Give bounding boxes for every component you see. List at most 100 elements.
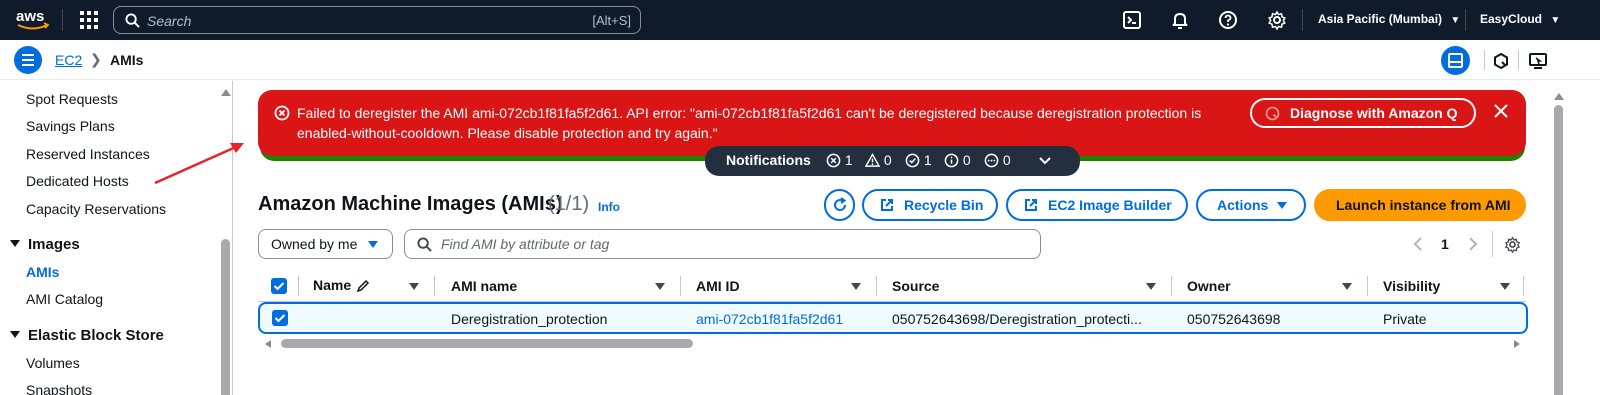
info-link[interactable]: Info bbox=[598, 200, 620, 214]
refresh-button[interactable] bbox=[824, 189, 855, 221]
column-header-name[interactable]: Name bbox=[313, 277, 351, 293]
caret-down-icon: ▼ bbox=[1450, 15, 1461, 26]
services-grid-icon[interactable] bbox=[80, 11, 98, 29]
caret-down-icon bbox=[10, 331, 20, 338]
owner-filter-value: Owned by me bbox=[271, 236, 358, 252]
owner-filter-select[interactable]: Owned by me bbox=[258, 229, 393, 259]
sort-caret-icon[interactable] bbox=[1342, 283, 1352, 290]
feedback-icon[interactable] bbox=[1528, 51, 1548, 71]
menu-button[interactable] bbox=[14, 46, 42, 74]
sidebar-item-reserved-instances[interactable]: Reserved Instances bbox=[26, 146, 150, 162]
amazon-q-icon[interactable] bbox=[1492, 52, 1510, 70]
chevron-right-icon[interactable] bbox=[1467, 236, 1479, 252]
table-row[interactable]: Deregistration_protection ami-072cb1f81f… bbox=[258, 302, 1528, 334]
region-label: Asia Pacific (Mumbai) bbox=[1318, 12, 1443, 26]
aws-logo[interactable]: aws bbox=[15, 7, 51, 33]
launch-label: Launch instance from AMI bbox=[1336, 197, 1511, 213]
in-progress-count: 0 bbox=[984, 152, 1011, 168]
sidebar-item-spot-requests[interactable]: Spot Requests bbox=[26, 91, 118, 107]
caret-down-icon: ▼ bbox=[1550, 15, 1561, 26]
search-placeholder: Search bbox=[147, 13, 192, 29]
sort-caret-icon[interactable] bbox=[851, 283, 861, 290]
panel-icon bbox=[1448, 53, 1463, 68]
find-ami-placeholder: Find AMI by attribute or tag bbox=[441, 236, 610, 252]
checkmark-icon bbox=[273, 282, 285, 291]
column-header-owner[interactable]: Owner bbox=[1187, 278, 1231, 294]
horizontal-scroll-thumb[interactable] bbox=[281, 339, 693, 348]
notifications-label: Notifications bbox=[726, 152, 811, 168]
launch-instance-button[interactable]: Launch instance from AMI bbox=[1314, 189, 1526, 221]
global-search-input[interactable]: Search [Alt+S] bbox=[113, 6, 641, 34]
page-number[interactable]: 1 bbox=[1441, 236, 1449, 252]
scroll-thumb[interactable] bbox=[221, 239, 230, 395]
close-icon[interactable] bbox=[1493, 103, 1509, 119]
breadcrumb-bar: EC2 ❯ AMIs bbox=[0, 40, 1600, 80]
main-scrollbar[interactable] bbox=[1552, 89, 1566, 395]
scroll-up-icon[interactable] bbox=[219, 85, 233, 99]
find-ami-input[interactable]: Find AMI by attribute or tag bbox=[404, 229, 1041, 259]
in-progress-count-value: 0 bbox=[1002, 152, 1011, 168]
cloudshell-icon[interactable] bbox=[1122, 10, 1142, 30]
external-link-icon bbox=[1025, 199, 1037, 211]
settings-gear-icon[interactable] bbox=[1504, 236, 1521, 253]
cell-source: 050752643698/Deregistration_protecti... bbox=[892, 311, 1142, 327]
column-divider bbox=[876, 276, 877, 296]
info-icon bbox=[944, 153, 959, 168]
sort-caret-icon[interactable] bbox=[655, 283, 665, 290]
cell-owner: 050752643698 bbox=[1187, 311, 1281, 327]
sort-caret-icon[interactable] bbox=[1500, 283, 1510, 290]
select-all-checkbox[interactable] bbox=[271, 278, 287, 294]
nav-divider bbox=[62, 9, 63, 31]
chevron-down-icon[interactable] bbox=[1038, 155, 1052, 167]
actions-button[interactable]: Actions bbox=[1196, 189, 1306, 221]
caret-down-icon bbox=[1277, 202, 1287, 209]
scroll-up-icon[interactable] bbox=[1552, 89, 1566, 103]
info-count-value: 0 bbox=[962, 152, 971, 168]
caret-down-icon bbox=[10, 240, 20, 247]
bell-icon[interactable] bbox=[1170, 10, 1190, 30]
scroll-left-icon[interactable] bbox=[263, 339, 273, 349]
column-header-ami-name[interactable]: AMI name bbox=[451, 278, 517, 294]
sidebar-section-ebs[interactable]: Elastic Block Store bbox=[10, 327, 164, 344]
scroll-thumb[interactable] bbox=[1554, 105, 1563, 395]
sort-caret-icon[interactable] bbox=[409, 283, 419, 290]
column-header-source[interactable]: Source bbox=[892, 278, 939, 294]
column-header-ami-id[interactable]: AMI ID bbox=[696, 278, 740, 294]
recycle-bin-button[interactable]: Recycle Bin bbox=[862, 189, 998, 221]
breadcrumb-current: AMIs bbox=[110, 52, 144, 68]
sidebar-item-volumes[interactable]: Volumes bbox=[26, 355, 80, 371]
notifications-bar[interactable]: Notifications 1 0 1 0 0 bbox=[705, 146, 1080, 176]
diagnose-with-amazon-q-button[interactable]: Diagnose with Amazon Q bbox=[1250, 98, 1476, 128]
sidebar-item-ami-catalog[interactable]: AMI Catalog bbox=[26, 291, 103, 307]
nav-divider bbox=[1302, 9, 1303, 31]
breadcrumb-ec2-link[interactable]: EC2 bbox=[55, 52, 82, 68]
sidebar-item-savings-plans[interactable]: Savings Plans bbox=[26, 118, 115, 134]
row-checkbox[interactable] bbox=[272, 310, 288, 326]
column-divider bbox=[434, 276, 435, 296]
sidebar-item-snapshots[interactable]: Snapshots bbox=[26, 382, 92, 395]
cell-visibility: Private bbox=[1383, 311, 1427, 327]
sidebar-section-images[interactable]: Images bbox=[10, 236, 80, 253]
nav-divider bbox=[1465, 9, 1466, 31]
ec2-image-builder-button[interactable]: EC2 Image Builder bbox=[1006, 189, 1188, 221]
sidebar-scrollbar[interactable] bbox=[219, 81, 233, 395]
image-builder-label: EC2 Image Builder bbox=[1048, 197, 1172, 213]
scroll-right-icon[interactable] bbox=[1512, 339, 1522, 349]
actions-label: Actions bbox=[1217, 197, 1269, 213]
column-divider bbox=[1523, 276, 1524, 296]
success-count-value: 1 bbox=[923, 152, 932, 168]
warning-count-value: 0 bbox=[883, 152, 892, 168]
gear-icon[interactable] bbox=[1267, 10, 1287, 30]
chevron-left-icon[interactable] bbox=[1412, 236, 1424, 252]
panel-toggle-button[interactable] bbox=[1441, 46, 1470, 75]
help-icon[interactable] bbox=[1218, 10, 1238, 30]
in-progress-icon bbox=[984, 153, 999, 168]
sidebar-item-dedicated-hosts[interactable]: Dedicated Hosts bbox=[26, 173, 129, 189]
column-header-visibility[interactable]: Visibility bbox=[1383, 278, 1440, 294]
sidebar-item-amis[interactable]: AMIs bbox=[26, 264, 59, 280]
sort-caret-icon[interactable] bbox=[1146, 283, 1156, 290]
account-menu[interactable]: EasyCloud ▼ bbox=[1480, 12, 1560, 26]
cell-ami-id-link[interactable]: ami-072cb1f81fa5f2d61 bbox=[696, 311, 843, 327]
region-selector[interactable]: Asia Pacific (Mumbai) ▼ bbox=[1318, 12, 1460, 26]
sidebar-item-capacity-reservations[interactable]: Capacity Reservations bbox=[26, 201, 166, 217]
